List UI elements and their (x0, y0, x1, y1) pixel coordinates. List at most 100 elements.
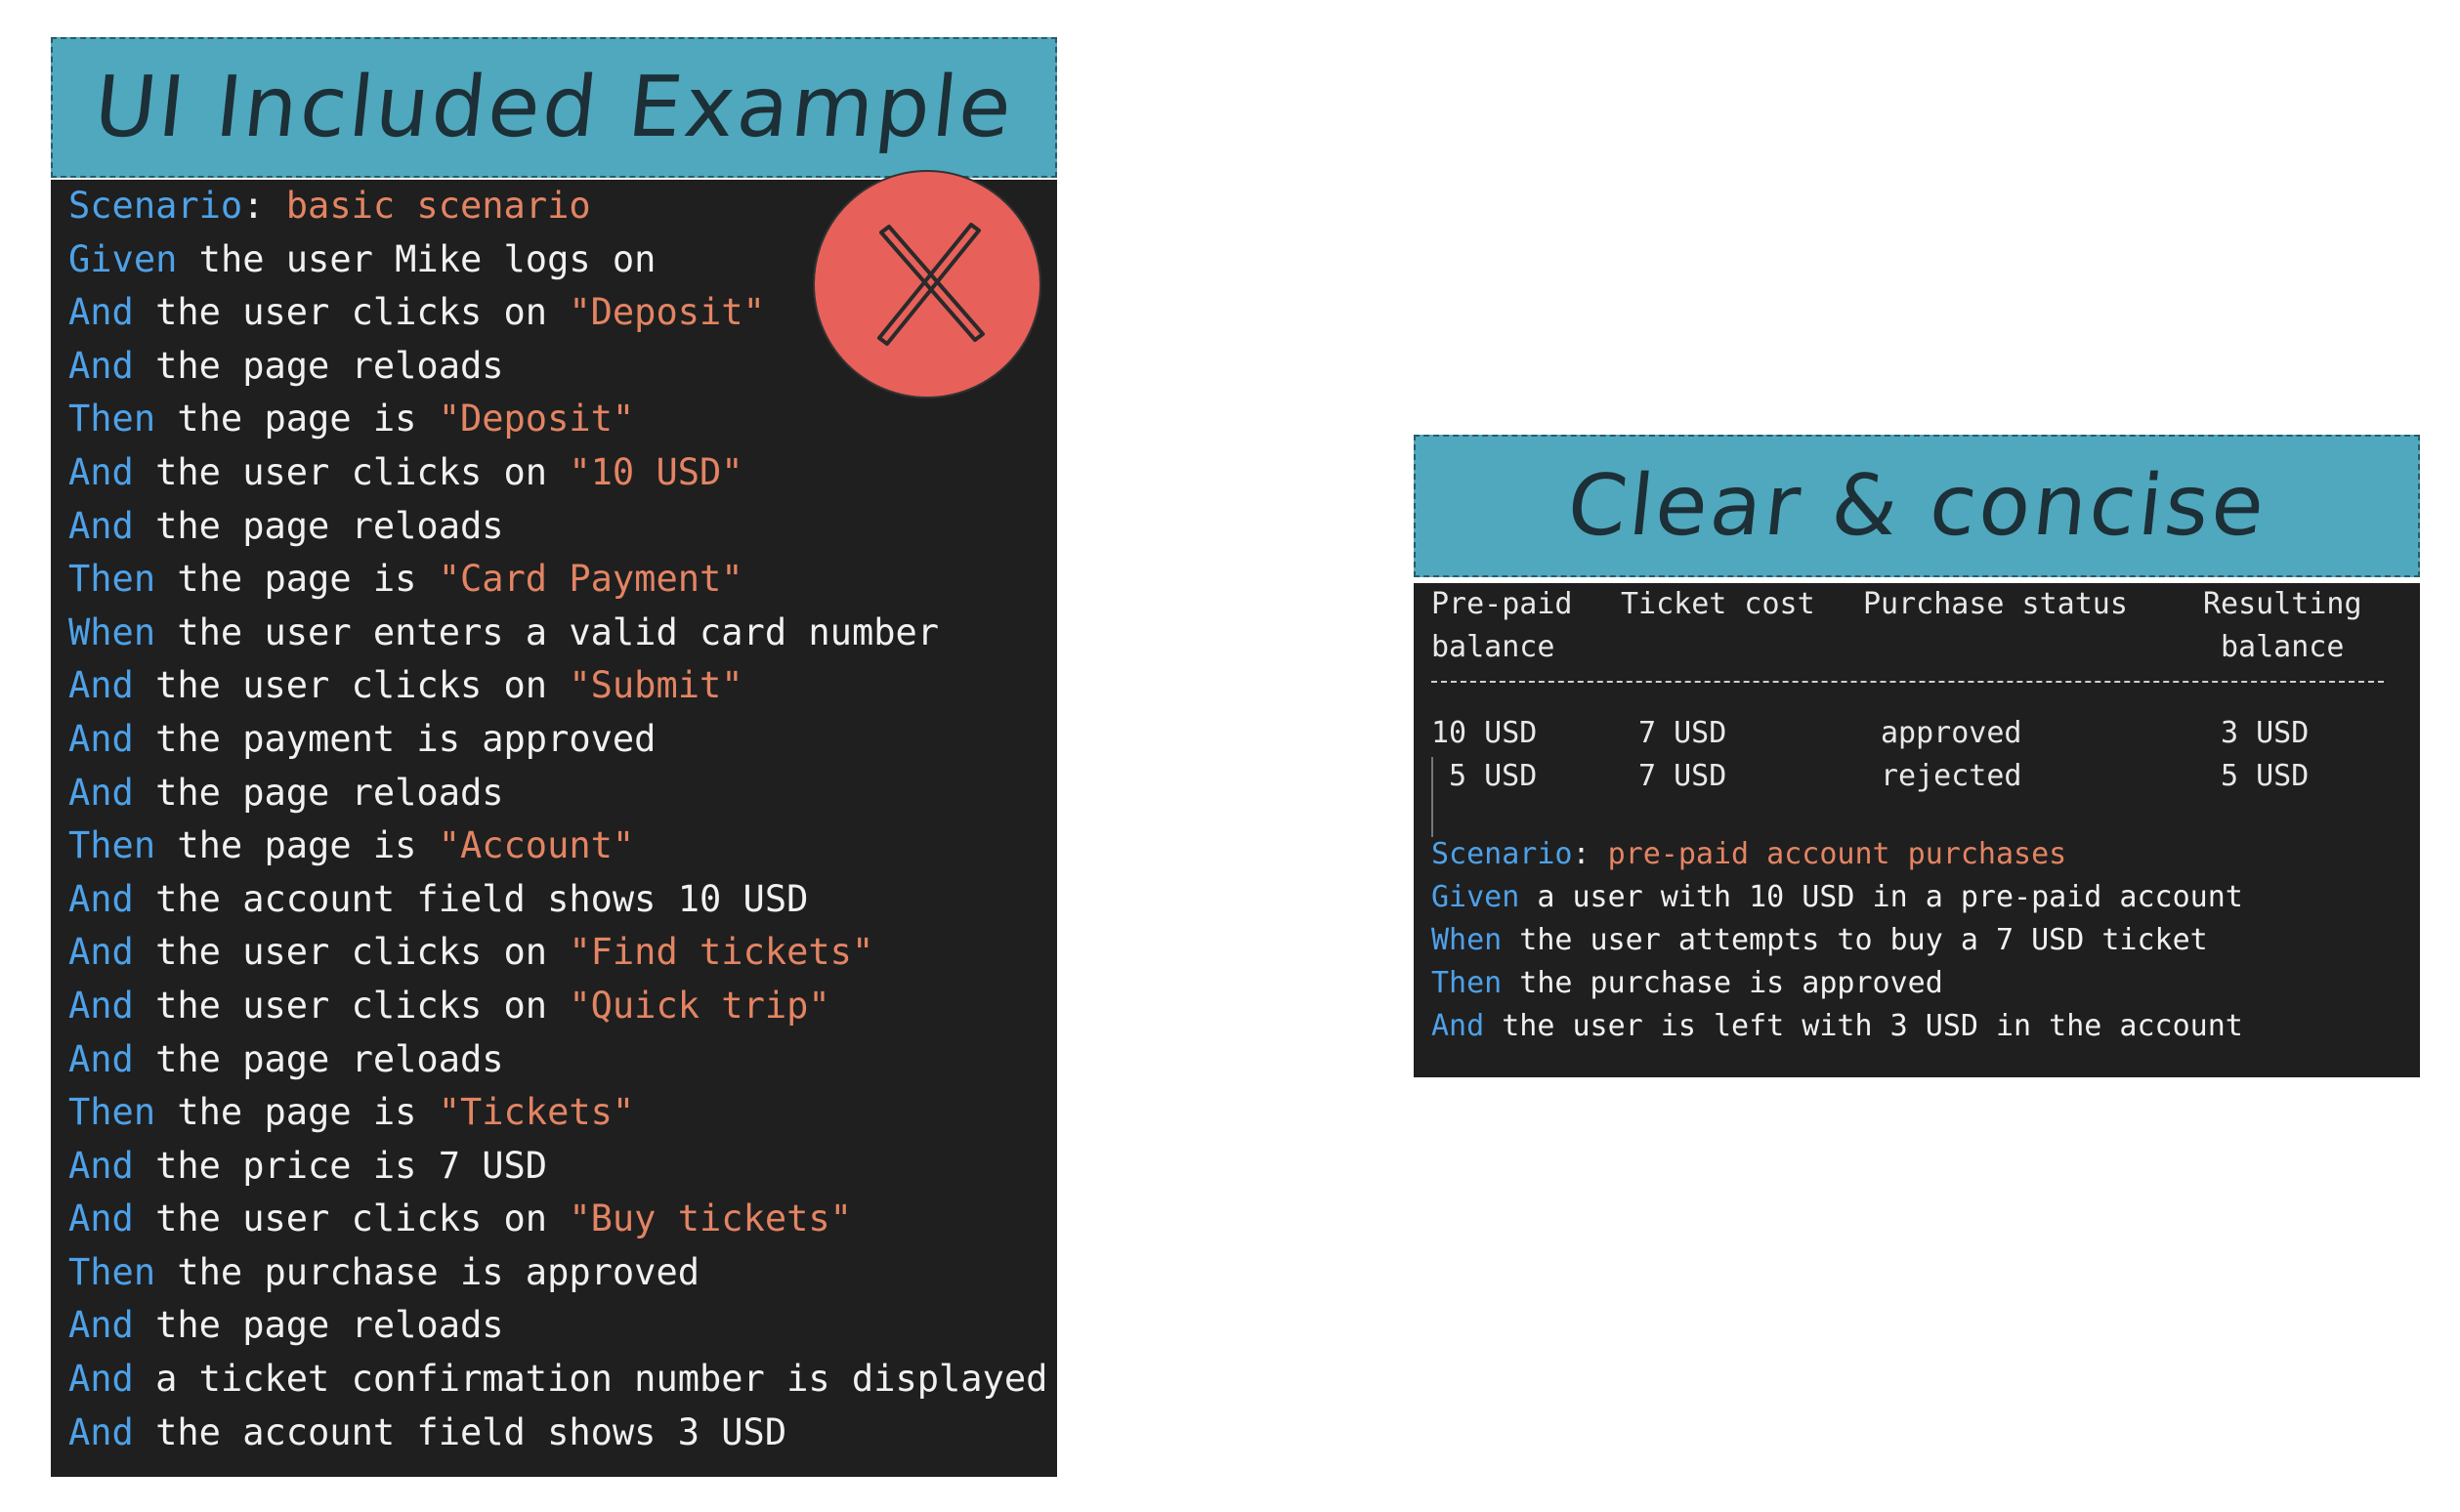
code-text: the page reloads (133, 771, 504, 814)
keyword: And (68, 291, 134, 334)
string-literal: "Card Payment" (438, 558, 743, 601)
code-line: Given a user with 10 USD in a pre-paid a… (1431, 876, 2243, 919)
keyword: And (68, 1197, 134, 1240)
code-text: the account field shows 10 USD (133, 877, 809, 920)
code-text: the page is (155, 1091, 439, 1134)
keyword: Then (68, 824, 156, 867)
code-text: the payment is approved (133, 717, 657, 760)
string-literal: "Account" (438, 824, 635, 867)
code-line: Scenario: pre-paid account purchases (1431, 833, 2066, 876)
code-text: the user attempts to buy a 7 USD ticket (1502, 923, 2208, 957)
code-line: When the user enters a valid card number (68, 607, 1057, 660)
keyword: Then (1431, 966, 1503, 1000)
keyword: When (68, 610, 156, 653)
code-line: And the page reloads (68, 767, 1057, 820)
code-line: And the page reloads (68, 500, 1057, 554)
keyword: And (68, 931, 134, 974)
left-title: UI Included Example (89, 59, 1019, 156)
x-icon (813, 170, 1041, 399)
table-header-prepaid-line1: Pre-paid (1431, 587, 1573, 621)
right-header: Clear & concise (1414, 435, 2420, 577)
right-title: Clear & concise (1562, 457, 2271, 555)
table-cell: 5 USD (2221, 759, 2310, 793)
code-text: the user is left with 3 USD in the accou… (1484, 1009, 2243, 1043)
keyword: Scenario (68, 185, 243, 227)
code-text: the purchase is approved (155, 1250, 700, 1293)
code-text: the page reloads (133, 1304, 504, 1347)
code-line: And the user clicks on "Find tickets" (68, 926, 1057, 980)
string-literal: "Quick trip" (569, 984, 830, 1027)
keyword: And (1431, 1009, 1485, 1043)
code-text: the purchase is approved (1502, 966, 1943, 1000)
code-text: : (1572, 837, 1608, 871)
code-text: the page reloads (133, 504, 504, 547)
keyword: And (68, 1144, 134, 1187)
keyword: Then (68, 1091, 156, 1134)
code-line: And the user clicks on "Quick trip" (68, 980, 1057, 1033)
table-header-resulting-line2: balance (2221, 630, 2345, 664)
code-line: Then the page is "Account" (68, 819, 1057, 873)
code-line: And the page reloads (68, 1033, 1057, 1087)
table-cell: 3 USD (2221, 716, 2310, 750)
keyword: Then (68, 558, 156, 601)
table-header-resulting-line1: Resulting (2203, 587, 2362, 621)
code-text: the page reloads (133, 1037, 504, 1080)
code-text: the user Mike logs on (177, 237, 657, 280)
code-line: And the user clicks on "10 USD" (68, 446, 1057, 500)
keyword: And (68, 450, 134, 493)
string-literal: "Deposit" (569, 291, 765, 334)
table-cell: rejected (1881, 759, 2022, 793)
table-cell: 7 USD (1638, 716, 1727, 750)
keyword: And (68, 1410, 134, 1453)
code-text: the user clicks on (133, 291, 570, 334)
keyword: And (68, 1304, 134, 1347)
table-divider (1431, 681, 2384, 683)
code-line: And the user clicks on "Buy tickets" (68, 1193, 1057, 1246)
string-literal: "Deposit" (438, 398, 635, 441)
code-line: Then the purchase is approved (68, 1246, 1057, 1300)
code-text: the user clicks on (133, 664, 570, 707)
code-text: the user clicks on (133, 450, 570, 493)
code-text: the user clicks on (133, 1197, 570, 1240)
keyword: Then (68, 1250, 156, 1293)
keyword: When (1431, 923, 1503, 957)
code-line: Then the purchase is approved (1431, 962, 1943, 1005)
keyword: Scenario (1431, 837, 1573, 871)
code-line: And the account field shows 10 USD (68, 873, 1057, 927)
string-literal: basic scenario (285, 185, 591, 227)
string-literal: "Buy tickets" (569, 1197, 852, 1240)
code-line: And the price is 7 USD (68, 1140, 1057, 1194)
left-header: UI Included Example (51, 37, 1057, 178)
code-text: the account field shows 3 USD (133, 1410, 787, 1453)
code-text: the page is (155, 398, 439, 441)
keyword: Then (68, 398, 156, 441)
table-cell: 5 USD (1449, 759, 1538, 793)
string-literal: "Submit" (569, 664, 743, 707)
string-literal: "10 USD" (569, 450, 743, 493)
code-text: the page is (155, 558, 439, 601)
table-vertical-bar (1431, 757, 1433, 837)
code-line: And the account field shows 3 USD (68, 1407, 1057, 1460)
right-code-panel: Pre-paid balance Ticket cost Purchase st… (1414, 583, 2420, 1077)
code-text: the user enters a valid card number (155, 610, 940, 653)
keyword: And (68, 664, 134, 707)
code-line: Then the page is "Deposit" (68, 393, 1057, 446)
string-literal: "Find tickets" (569, 931, 874, 974)
code-text: : (242, 185, 286, 227)
string-literal: pre-paid account purchases (1607, 837, 2067, 871)
code-text: the page reloads (133, 344, 504, 387)
keyword: And (68, 771, 134, 814)
code-text: the price is 7 USD (133, 1144, 548, 1187)
code-line: And the user clicks on "Submit" (68, 659, 1057, 713)
keyword: And (68, 1037, 134, 1080)
code-text: the user clicks on (133, 931, 570, 974)
code-line: When the user attempts to buy a 7 USD ti… (1431, 919, 2208, 962)
keyword: And (68, 1358, 134, 1401)
table-header-prepaid-line2: balance (1431, 630, 1555, 664)
table-header-purchase-status: Purchase status (1863, 587, 2128, 621)
keyword: And (68, 717, 134, 760)
table-header-ticket-cost: Ticket cost (1621, 587, 1815, 621)
table-cell: 7 USD (1638, 759, 1727, 793)
keyword: Given (68, 237, 178, 280)
code-line: Then the page is "Tickets" (68, 1086, 1057, 1140)
